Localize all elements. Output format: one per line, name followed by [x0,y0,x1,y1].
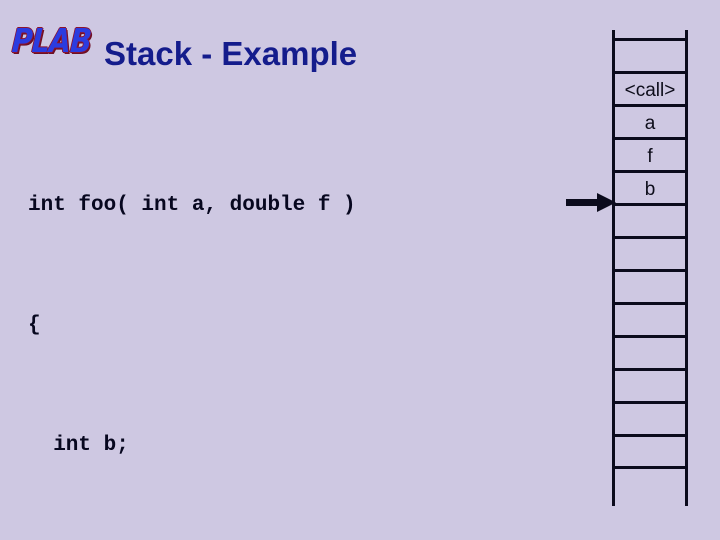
stack-cell-4: b [612,170,688,203]
stack-cell-10 [612,368,688,401]
stack-cell-0 [612,38,688,71]
stack-cell-11 [612,401,688,434]
stack-cell-9 [612,335,688,368]
stack-cell-6 [612,236,688,269]
stack-cell-12 [612,434,688,467]
stack-cell-5 [612,203,688,236]
code-line-2: { [28,314,41,337]
right-arrow-icon [566,193,616,212]
stack-cell-label-3: f [647,145,653,167]
slide-canvas: PLAB Stack - Example int foo( int a, dou… [0,0,720,540]
stack-cell-8 [612,302,688,335]
stack-cell-label-2: a [644,112,656,134]
code-line-1: int foo( int a, double f ) [28,194,356,217]
stack-cell-3: f [612,137,688,170]
stack-cell-13 [612,466,688,499]
plab-logo-text: PLAB [10,20,93,60]
code-line-3: int b; [28,434,129,457]
stack-cell-7 [612,269,688,302]
stack-pointer [566,193,616,212]
code-block: int foo( int a, double f ) { int b; … } [28,106,356,540]
page-title: Stack - Example [104,35,358,72]
stack-cell-label-1: <call> [624,79,676,101]
stack-cell-2: a [612,104,688,137]
plab-logo: PLAB [10,14,93,66]
stack-cell-1: <call> [612,71,688,104]
stack-cell-label-4: b [644,178,656,200]
stack-diagram: <call> a f b [612,30,688,506]
